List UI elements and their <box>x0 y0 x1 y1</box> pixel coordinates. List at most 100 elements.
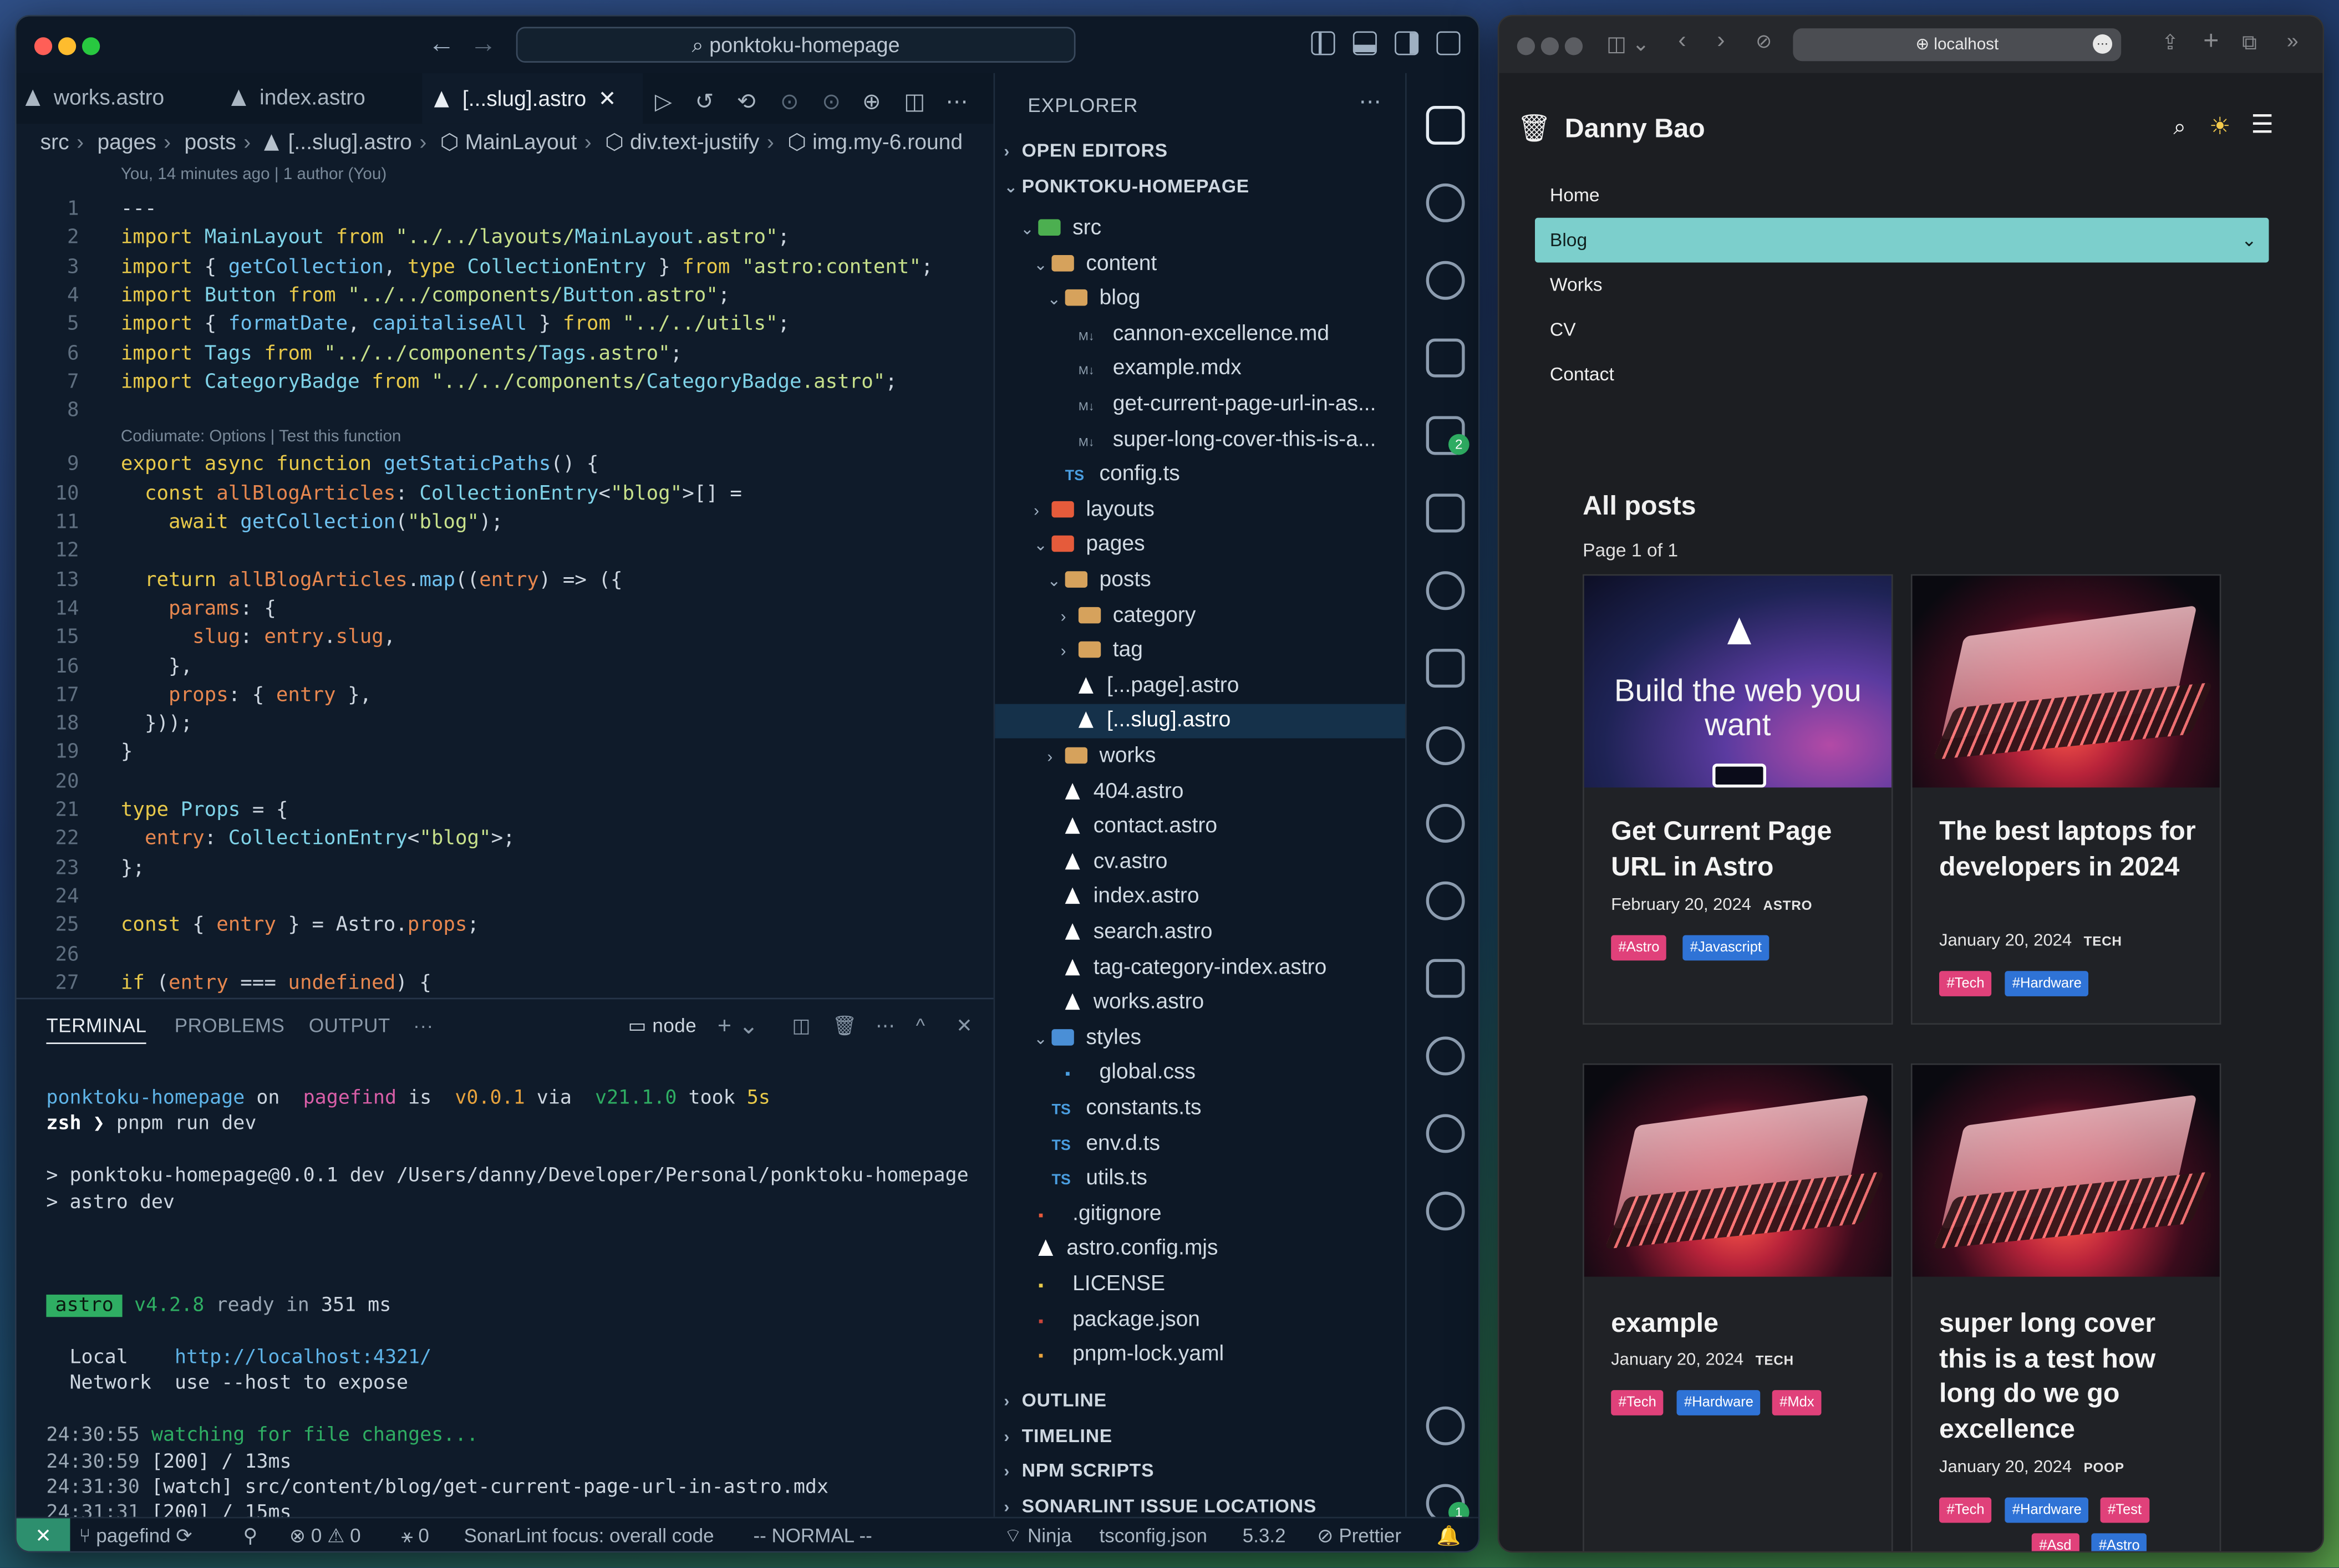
customize-layout-icon[interactable] <box>1436 31 1461 55</box>
breadcrumb-div[interactable]: div.text-justify <box>630 131 759 155</box>
page-menu-icon[interactable]: ⋯ <box>2093 34 2113 54</box>
minimize-window-button[interactable] <box>1540 37 1559 55</box>
nav-cv[interactable]: CV <box>1535 307 2269 352</box>
code-line[interactable]: 23}; <box>17 854 994 882</box>
split-editor-icon[interactable]: ◫ <box>904 88 925 115</box>
search-icon[interactable] <box>1426 183 1465 222</box>
search-icon[interactable]: ⌕ <box>2173 115 2186 140</box>
close-window-button[interactable] <box>34 37 53 55</box>
terminal-shell-selector[interactable]: ▭ node <box>628 1014 696 1038</box>
post-title[interactable]: example <box>1611 1306 1879 1341</box>
code-line[interactable]: 18 })); <box>17 710 994 739</box>
code-line[interactable]: 26 <box>17 940 994 969</box>
toggle-panel-icon[interactable] <box>1352 31 1377 55</box>
prettier-status[interactable]: ⊘ Prettier <box>1317 1518 1401 1551</box>
sidebar-toggle-icon[interactable]: ◫ ⌄ <box>1606 31 1650 57</box>
address-bar[interactable]: ⊕ localhost ⋯ <box>1793 28 2122 62</box>
file-tree-item[interactable]: › layouts <box>995 493 1406 528</box>
file-tree-item[interactable]: 404.astro <box>995 775 1406 810</box>
nav-works[interactable]: Works <box>1535 262 2269 307</box>
file-tree-item[interactable]: search.astro <box>995 916 1406 950</box>
post-card[interactable]: The best laptops for developers in 2024 … <box>1910 574 2221 1025</box>
git-blame-icon[interactable]: ⊕ <box>862 88 881 115</box>
tag-chip[interactable]: #Javascript <box>1682 935 1769 961</box>
terminal-more-icon[interactable]: ⋯ <box>876 1014 896 1038</box>
code-line[interactable]: 8 <box>17 397 994 425</box>
code-line[interactable]: 5 import { formatDate, capitaliseAll } fr… <box>17 310 994 339</box>
code-line[interactable]: 1 --- <box>17 195 994 223</box>
maximize-panel-icon[interactable]: ^ <box>916 1014 926 1036</box>
problems-status[interactable]: ⊗ 0 ⚠ 0 <box>289 1518 361 1551</box>
nav-home[interactable]: Home <box>1535 173 2269 218</box>
code-line[interactable]: 11 await getCollection("blog"); <box>17 508 994 537</box>
file-tree-item[interactable]: TS env.d.ts <box>995 1127 1406 1162</box>
code-line[interactable]: 24 <box>17 883 994 911</box>
file-tree-item[interactable]: › tag <box>995 634 1406 669</box>
category-badge[interactable]: TECH <box>2084 934 2122 949</box>
file-tree-item[interactable]: ▪ pnpm-lock.yaml <box>995 1338 1406 1372</box>
code-line[interactable]: 9 export async function getStaticPaths() … <box>17 451 994 479</box>
ai-assistant-icon[interactable] <box>1426 1036 1465 1076</box>
code-line[interactable]: 22 entry: CollectionEntry<"blog">; <box>17 825 994 853</box>
website-viewport[interactable]: 🗑 Danny Bao ⌕ ☀ ☰ Home Blog ⌄ Works CV Co… <box>1499 73 2323 1551</box>
file-tree-item[interactable]: TS config.ts <box>995 458 1406 492</box>
code-line[interactable]: 20 <box>17 768 994 796</box>
file-tree-item[interactable]: › works <box>995 740 1406 774</box>
remote-icon[interactable]: ✕ <box>16 1518 70 1551</box>
code-line[interactable]: 27 if (entry === undefined) { <box>17 969 994 997</box>
zoom-window-button[interactable] <box>1564 37 1583 55</box>
compare-changes-icon[interactable]: ⟲ <box>737 88 756 115</box>
explorer-section-sonarlint-issue-locations[interactable]: › SONARLINT ISSUE LOCATIONS <box>1004 1496 1316 1517</box>
code-line[interactable]: 2 import MainLayout from "../../layouts/M… <box>17 224 994 252</box>
code-line[interactable]: 3 import { getCollection, type Collection… <box>17 253 994 281</box>
terminal-icon[interactable] <box>1426 959 1465 998</box>
file-tree-item[interactable]: ▪ global.css <box>995 1057 1406 1091</box>
codiumate-icon[interactable] <box>1426 726 1465 765</box>
tag-chip[interactable]: #Hardware <box>2005 1497 2089 1523</box>
next-change-icon[interactable]: ⊙ <box>822 88 841 115</box>
code-line[interactable]: 10 const allBlogArticles: CollectionEntr… <box>17 480 994 508</box>
file-tree-item[interactable]: ⌄ posts <box>995 564 1406 598</box>
minimize-window-button[interactable] <box>58 37 77 55</box>
tab-slug-astro[interactable]: [...slug].astro ✕ <box>422 73 643 124</box>
tag-chip[interactable]: #Tech <box>1939 1497 1992 1523</box>
hamburger-menu-icon[interactable]: ☰ <box>2251 110 2274 140</box>
forward-arrow-icon[interactable]: → <box>470 28 496 59</box>
tag-chip[interactable]: #Astro <box>2091 1533 2148 1551</box>
back-arrow-icon[interactable]: ‹ <box>1678 28 1686 55</box>
file-tree-item[interactable]: ⌄ content <box>995 247 1406 281</box>
breadcrumb-mainlayout[interactable]: MainLayout <box>465 131 577 155</box>
breadcrumb-img[interactable]: img.my-6.round <box>812 131 963 155</box>
open-editors-section[interactable]: › OPEN EDITORS <box>1004 140 1167 161</box>
explorer-section-outline[interactable]: › OUTLINE <box>1004 1390 1107 1411</box>
file-tree-item[interactable]: ⌄ pages <box>995 528 1406 563</box>
post-card[interactable]: Build the web you want Get Current Page … <box>1583 574 1893 1025</box>
run-debug-icon[interactable] <box>1426 338 1465 378</box>
notifications-bell-icon[interactable]: 🔔 <box>1436 1518 1461 1551</box>
toggle-primary-sidebar-icon[interactable] <box>1311 31 1335 55</box>
category-badge[interactable]: ASTRO <box>1763 898 1813 913</box>
panel-more-icon[interactable]: ··· <box>413 1014 434 1036</box>
source-control-icon[interactable] <box>1426 261 1465 300</box>
post-title[interactable]: The best laptops for developers in 2024 <box>1939 814 2208 884</box>
file-tree-item[interactable]: ▪ package.json <box>995 1303 1406 1337</box>
code-line[interactable]: 14 params: { <box>17 595 994 623</box>
code-editor[interactable]: You, 14 minutes ago | 1 author (You) 1 --… <box>17 162 994 997</box>
file-tree-item[interactable]: › category <box>995 599 1406 633</box>
file-tree-item[interactable]: cv.astro <box>995 846 1406 880</box>
tag-chip[interactable]: #Hardware <box>2005 971 2089 996</box>
expand-chevrons-icon[interactable]: » <box>2287 28 2299 52</box>
code-line[interactable]: 25 const { entry } = Astro.props; <box>17 912 994 940</box>
tag-chip[interactable]: #Astro <box>1611 935 1667 961</box>
nav-contact[interactable]: Contact <box>1535 352 2269 397</box>
file-tree-item[interactable]: M↓ example.mdx <box>995 353 1406 387</box>
tab-index-astro[interactable]: index.astro <box>222 73 408 124</box>
post-card[interactable]: example January 20, 2024 TECH #Tech #Hard… <box>1583 1063 1893 1551</box>
forward-arrow-icon[interactable]: › <box>1717 28 1725 55</box>
toggle-secondary-sidebar-icon[interactable] <box>1395 31 1419 55</box>
category-badge[interactable]: POOP <box>2084 1460 2124 1475</box>
category-badge[interactable]: TECH <box>1756 1353 1794 1368</box>
github-icon[interactable] <box>1426 1192 1465 1231</box>
previous-change-icon[interactable]: ⊙ <box>780 88 799 115</box>
file-tree-item[interactable]: ⌄ blog <box>995 282 1406 317</box>
